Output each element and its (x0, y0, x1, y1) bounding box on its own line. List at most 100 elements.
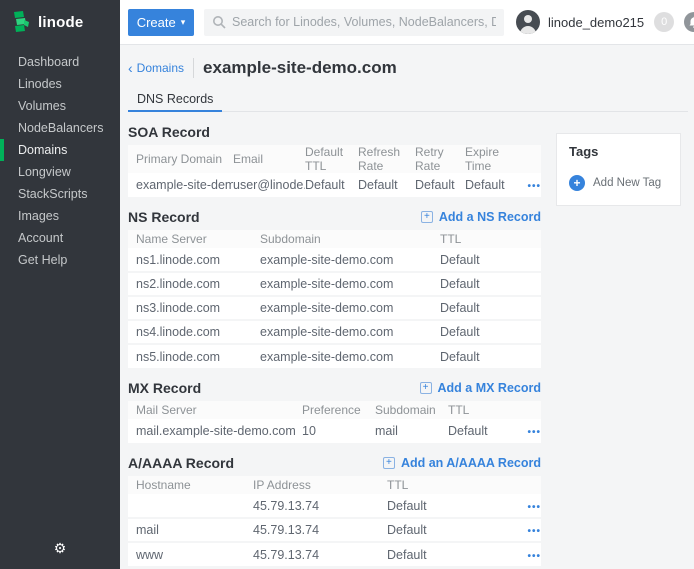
brand-name: linode (38, 14, 83, 31)
sidebar-item-domains[interactable]: Domains (0, 139, 120, 161)
mx-section-header: MX Record + Add a MX Record (128, 380, 541, 396)
search-input[interactable] (232, 15, 496, 29)
add-mx-record-button[interactable]: + Add a MX Record (420, 381, 542, 395)
table-cell: Default (305, 173, 358, 197)
plus-box-icon: + (421, 211, 433, 223)
ns-section-title: NS Record (128, 209, 200, 225)
notification-count-badge[interactable]: 0 (654, 12, 674, 32)
column-header: Primary Domain (128, 145, 233, 173)
table-cell (128, 494, 253, 518)
brand-area[interactable]: linode (0, 0, 120, 45)
chevron-down-icon: ▾ (181, 18, 186, 27)
table-row: 45.79.13.74Default••• (128, 494, 541, 518)
lower-split: Dashboard Linodes Volumes NodeBalancers … (0, 45, 694, 569)
table-row: example-site-demo.comuser@linode.comDefa… (128, 173, 541, 197)
search-icon (212, 15, 226, 29)
table-row: mail45.79.13.74Default••• (128, 518, 541, 542)
notifications-button[interactable] (684, 12, 694, 32)
row-actions-menu-button[interactable]: ••• (527, 502, 541, 513)
person-icon (516, 10, 540, 34)
column-header: Expire Time (465, 145, 510, 173)
soa-section-title: SOA Record (128, 124, 210, 140)
chevron-left-icon: ‹ (128, 61, 133, 75)
breadcrumb: ‹ Domains example-site-demo.com (128, 45, 688, 78)
plus-circle-icon: + (569, 175, 585, 191)
ns-record-table: Name ServerSubdomainTTLns1.linode.comexa… (128, 230, 541, 368)
table-row: www45.79.13.74Default••• (128, 542, 541, 566)
settings-button[interactable]: ⚙ (0, 540, 120, 557)
column-header: Email (233, 145, 305, 173)
table-cell-actions: ••• (510, 173, 541, 197)
table-cell: user@linode.com (233, 173, 305, 197)
add-new-tag-label: Add New Tag (593, 177, 661, 189)
table-cell: Default (465, 173, 510, 197)
sidebar-item-longview[interactable]: Longview (0, 161, 120, 183)
user-menu[interactable]: linode_demo215 (516, 10, 644, 34)
tab-dns-records[interactable]: DNS Records (128, 87, 222, 112)
table-cell: mail (375, 419, 448, 443)
sidebar-item-nodebalancers[interactable]: NodeBalancers (0, 117, 120, 139)
sidebar-item-images[interactable]: Images (0, 205, 120, 227)
a-aaaa-section-header: A/AAAA Record + Add an A/AAAA Record (128, 455, 541, 471)
table-cell: Default (387, 542, 507, 566)
table-cell: Default (448, 419, 508, 443)
search-bar[interactable] (204, 9, 504, 36)
add-a-aaaa-record-button[interactable]: + Add an A/AAAA Record (383, 456, 541, 470)
a-aaaa-section-title: A/AAAA Record (128, 455, 234, 471)
table-cell: Default (415, 173, 465, 197)
column-header: TTL (440, 230, 541, 248)
table-cell: www (128, 542, 253, 566)
column-header: Retry Rate (415, 145, 465, 173)
table-cell: Default (440, 248, 541, 272)
plus-box-icon: + (420, 382, 432, 394)
breadcrumb-separator (193, 58, 194, 78)
add-new-tag-button[interactable]: + Add New Tag (569, 175, 661, 191)
table-cell: mail.example-site-demo.com (128, 419, 302, 443)
soa-section-header: SOA Record (128, 124, 541, 140)
sidebar-item-dashboard[interactable]: Dashboard (0, 51, 120, 73)
table-row: ns2.linode.comexample-site-demo.comDefau… (128, 272, 541, 296)
sidebar-item-volumes[interactable]: Volumes (0, 95, 120, 117)
row-actions-menu-button[interactable]: ••• (527, 427, 541, 438)
sidebar: Dashboard Linodes Volumes NodeBalancers … (0, 45, 120, 569)
table-cell: ns5.linode.com (128, 344, 260, 368)
table-row: ns3.linode.comexample-site-demo.comDefau… (128, 296, 541, 320)
table-row: ns1.linode.comexample-site-demo.comDefau… (128, 248, 541, 272)
column-header-actions (508, 401, 541, 419)
column-header: Subdomain (260, 230, 440, 248)
table-cell: example-site-demo.com (260, 296, 440, 320)
sidebar-item-account[interactable]: Account (0, 227, 120, 249)
page-title: example-site-demo.com (203, 58, 397, 78)
table-cell-actions: ••• (507, 518, 541, 542)
create-button[interactable]: Create ▾ (128, 9, 194, 36)
column-header: Mail Server (128, 401, 302, 419)
table-cell: Default (387, 494, 507, 518)
sidebar-item-stackscripts[interactable]: StackScripts (0, 183, 120, 205)
avatar (516, 10, 540, 34)
main-content: ‹ Domains example-site-demo.com DNS Reco… (120, 45, 694, 569)
table-cell-actions: ••• (508, 419, 541, 443)
row-actions-menu-button[interactable]: ••• (527, 526, 541, 537)
table-cell: Default (440, 272, 541, 296)
table-row: mail.example-site-demo.com10mailDefault•… (128, 419, 541, 443)
row-actions-menu-button[interactable]: ••• (527, 181, 541, 192)
column-header: Refresh Rate (358, 145, 415, 173)
sidebar-item-get-help[interactable]: Get Help (0, 249, 120, 271)
column-header: TTL (387, 476, 507, 494)
add-mx-record-label: Add a MX Record (438, 381, 542, 395)
topbar: linode Create ▾ (0, 0, 694, 45)
breadcrumb-back-link[interactable]: ‹ Domains (128, 61, 184, 75)
a-aaaa-record-table: HostnameIP AddressTTL45.79.13.74Default•… (128, 476, 541, 566)
records-column: SOA Record Primary DomainEmailDefault TT… (128, 112, 541, 566)
sidebar-item-linodes[interactable]: Linodes (0, 73, 120, 95)
table-cell: ns3.linode.com (128, 296, 260, 320)
column-header: TTL (448, 401, 508, 419)
table-cell-actions: ••• (507, 542, 541, 566)
table-cell: Default (440, 296, 541, 320)
soa-record-table: Primary DomainEmailDefault TTLRefresh Ra… (128, 145, 541, 197)
row-actions-menu-button[interactable]: ••• (527, 551, 541, 562)
add-ns-record-button[interactable]: + Add a NS Record (421, 210, 541, 224)
column-header: Default TTL (305, 145, 358, 173)
mx-section-title: MX Record (128, 380, 201, 396)
tab-bar: DNS Records (128, 87, 688, 112)
